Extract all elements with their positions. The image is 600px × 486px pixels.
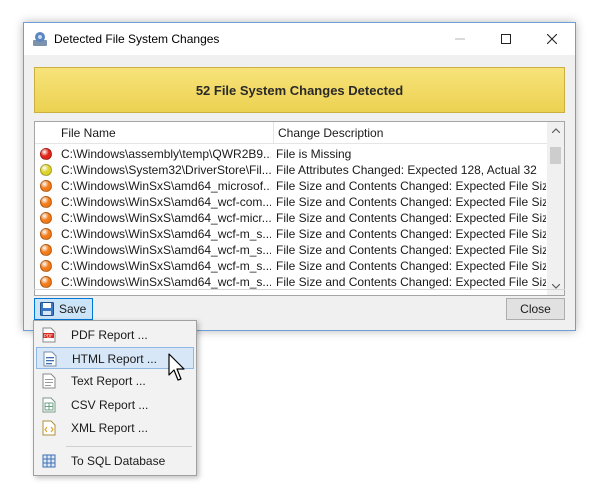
status-orange-icon: [40, 260, 52, 272]
database-icon: [42, 453, 56, 469]
menu-item-label: To SQL Database: [71, 454, 166, 468]
menu-item-to-sql-database[interactable]: To SQL Database: [36, 450, 194, 472]
maximize-button[interactable]: [483, 23, 529, 54]
file-name-cell: C:\Windows\assembly\temp\QWR2B9...: [61, 147, 271, 161]
change-description-cell: File Size and Contents Changed: Expected…: [276, 227, 546, 241]
status-orange-icon: [40, 276, 52, 288]
file-name-cell: C:\Windows\System32\DriverStore\Fil...: [61, 163, 271, 177]
change-description-cell: File is Missing: [276, 147, 352, 161]
menu-item-xml-report[interactable]: XML Report ...: [36, 417, 194, 439]
menu-item-pdf-report[interactable]: PDF PDF Report ...: [36, 324, 194, 346]
status-orange-icon: [40, 180, 52, 192]
status-red-icon: [40, 148, 52, 160]
menu-item-label: XML Report ...: [71, 421, 148, 435]
menu-item-label: PDF Report ...: [71, 328, 148, 342]
menu-item-label: CSV Report ...: [71, 398, 149, 412]
maximize-icon: [501, 33, 511, 44]
minimize-icon: [455, 38, 465, 39]
file-name-cell: C:\Windows\WinSxS\amd64_microsof...: [61, 179, 271, 193]
column-header-file-name[interactable]: File Name: [61, 126, 116, 140]
status-orange-icon: [40, 212, 52, 224]
close-button[interactable]: Close: [506, 298, 565, 320]
save-dropdown-menu: PDF PDF Report ... HTML Report ... Text Rep…: [33, 320, 197, 476]
menu-item-label: Text Report ...: [71, 374, 146, 388]
close-icon: [547, 33, 557, 44]
text-icon: [42, 373, 56, 389]
title-bar[interactable]: Detected File System Changes: [24, 23, 575, 55]
status-orange-icon: [40, 228, 52, 240]
changes-banner: 52 File System Changes Detected: [34, 67, 565, 113]
file-name-cell: C:\Windows\WinSxS\amd64_wcf-m_s...: [61, 243, 271, 257]
change-description-cell: File Attributes Changed: Expected 128, A…: [276, 163, 537, 177]
close-window-button[interactable]: [529, 23, 575, 54]
table-row[interactable]: C:\Windows\WinSxS\amd64_wcf-m_s... File S…: [35, 242, 548, 258]
table-row[interactable]: C:\Windows\WinSxS\amd64_wcf-m_s... File S…: [35, 226, 548, 242]
save-button-label: Save: [59, 302, 87, 316]
status-yellow-icon: [40, 164, 52, 176]
file-name-cell: C:\Windows\WinSxS\amd64_wcf-micr...: [61, 211, 271, 225]
vertical-scrollbar[interactable]: [547, 122, 564, 295]
status-orange-icon: [40, 196, 52, 208]
window-title: Detected File System Changes: [54, 32, 220, 46]
change-description-cell: File Size and Contents Changed: Expected…: [276, 275, 546, 289]
app-icon: [33, 32, 47, 46]
scrollbar-thumb[interactable]: [550, 147, 561, 164]
menu-item-csv-report[interactable]: CSV Report ...: [36, 394, 194, 416]
menu-item-label: HTML Report ...: [72, 352, 157, 366]
table-row[interactable]: C:\Windows\WinSxS\amd64_microsof... File …: [35, 178, 548, 194]
menu-separator: [66, 446, 192, 447]
change-description-cell: File Size and Contents Changed: Expected…: [276, 195, 546, 209]
change-description-cell: File Size and Contents Changed: Expected…: [276, 179, 546, 193]
table-row[interactable]: C:\Windows\System32\DriverStore\Fil... Fi…: [35, 162, 548, 178]
file-name-cell: C:\Windows\WinSxS\amd64_wcf-com...: [61, 195, 271, 209]
table-row[interactable]: C:\Windows\WinSxS\amd64_wcf-m_s... File S…: [35, 258, 548, 274]
file-name-cell: C:\Windows\WinSxS\amd64_wcf-m_s...: [61, 227, 271, 241]
table-row[interactable]: C:\Windows\assembly\temp\QWR2B9... File i…: [35, 146, 548, 162]
column-divider[interactable]: [273, 122, 274, 144]
change-description-cell: File Size and Contents Changed: Expected…: [276, 259, 546, 273]
change-description-cell: File Size and Contents Changed: Expected…: [276, 243, 546, 257]
button-area-divider: [34, 289, 565, 290]
html-icon: [43, 351, 57, 367]
table-row[interactable]: C:\Windows\WinSxS\amd64_wcf-m_s... File S…: [35, 274, 548, 290]
pdf-icon: PDF: [42, 327, 56, 343]
file-name-cell: C:\Windows\WinSxS\amd64_wcf-m_s...: [61, 259, 271, 273]
floppy-disk-icon: [40, 302, 54, 316]
file-name-cell: C:\Windows\WinSxS\amd64_wcf-m_s...: [61, 275, 271, 289]
scroll-up-button[interactable]: [547, 122, 564, 139]
table-row[interactable]: C:\Windows\WinSxS\amd64_wcf-com... File S…: [35, 194, 548, 210]
svg-text:PDF: PDF: [44, 333, 53, 339]
status-orange-icon: [40, 244, 52, 256]
scroll-down-button[interactable]: [547, 278, 564, 295]
list-header: File Name Change Description: [35, 122, 548, 144]
xml-icon: [42, 420, 56, 436]
detected-changes-window: Detected File System Changes 52 File Sys…: [23, 22, 576, 331]
table-row[interactable]: C:\Windows\WinSxS\amd64_wcf-micr... File …: [35, 210, 548, 226]
mouse-cursor-icon: [168, 353, 185, 381]
column-header-change-description[interactable]: Change Description: [278, 126, 383, 140]
change-description-cell: File Size and Contents Changed: Expected…: [276, 211, 546, 225]
changes-list[interactable]: File Name Change Description C:\Windows\…: [34, 121, 565, 296]
save-button[interactable]: Save: [34, 298, 93, 320]
csv-icon: [42, 397, 56, 413]
chevron-up-icon: [551, 128, 560, 133]
minimize-button[interactable]: [437, 23, 483, 54]
